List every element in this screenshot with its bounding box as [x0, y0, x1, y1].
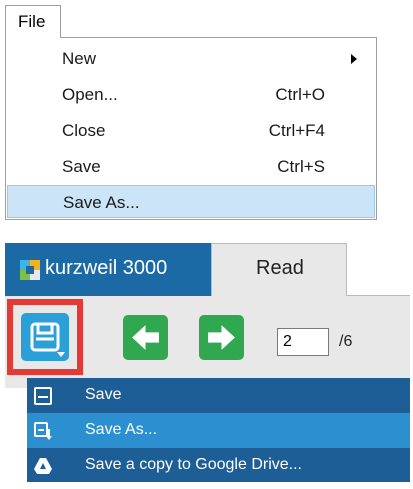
arrow-left-icon [132, 325, 159, 350]
menu-item-close[interactable]: Close Ctrl+F4 [7, 114, 375, 147]
menu-item-new[interactable]: New [7, 42, 375, 75]
tab-read-label: Read [256, 257, 304, 279]
menu-item-shortcut: Ctrl+S [277, 157, 325, 176]
next-page-button[interactable] [199, 315, 244, 360]
arrow-right-icon [208, 325, 235, 350]
menu-item-save-as[interactable]: Save As... [7, 185, 375, 218]
kurzweil-toolbar: /6 [5, 296, 410, 388]
google-drive-icon [34, 458, 52, 474]
save-menu-item-label: Save a copy to Google Drive... [85, 456, 302, 473]
file-menu-tab[interactable]: File [5, 5, 61, 38]
page-number-input[interactable] [277, 328, 329, 356]
save-menu-item-label: Save [85, 386, 122, 403]
save-icon [34, 387, 52, 405]
kurzweil-logo-icon [20, 260, 40, 280]
menu-item-label: Save As... [63, 193, 140, 212]
menu-item-shortcut: Ctrl+F4 [268, 121, 325, 140]
save-menu-item-save-as[interactable]: Save As... [27, 413, 410, 448]
menu-item-label: Save [62, 157, 101, 176]
save-menu-item-save[interactable]: Save [27, 378, 410, 413]
save-as-icon [34, 422, 52, 440]
menu-item-label: New [62, 49, 97, 68]
save-button[interactable] [21, 313, 69, 361]
menu-item-shortcut: Ctrl+O [275, 85, 325, 104]
menu-item-open[interactable]: Open... Ctrl+O [7, 78, 375, 111]
menu-item-label: Close [62, 121, 106, 140]
page-total: /6 [339, 333, 353, 350]
save-menu-item-google-drive[interactable]: Save a copy to Google Drive... [27, 448, 410, 483]
kurzweil-tab-bar: kurzweil 3000 Read [5, 243, 410, 296]
file-menu-title: File [18, 12, 46, 31]
menu-item-label: Open... [62, 85, 118, 104]
save-icon [30, 322, 60, 352]
file-dropdown-menu: New Open... Ctrl+O Close Ctrl+F4 Save Ct… [5, 37, 377, 220]
menu-item-save[interactable]: Save Ctrl+S [7, 150, 375, 183]
tab-read[interactable]: Read [211, 243, 347, 296]
save-menu-item-label: Save As... [85, 421, 158, 438]
previous-page-button[interactable] [123, 315, 168, 360]
save-dropdown-menu: Save Save As... Save a copy to Google Dr… [27, 378, 410, 482]
caret-down-icon [57, 352, 65, 357]
kurzweil-brand-name: kurzweil 3000 [45, 257, 168, 279]
save-button-highlight [7, 299, 83, 375]
kurzweil-brand-tab[interactable]: kurzweil 3000 [5, 243, 211, 296]
submenu-arrow-icon [351, 54, 357, 64]
